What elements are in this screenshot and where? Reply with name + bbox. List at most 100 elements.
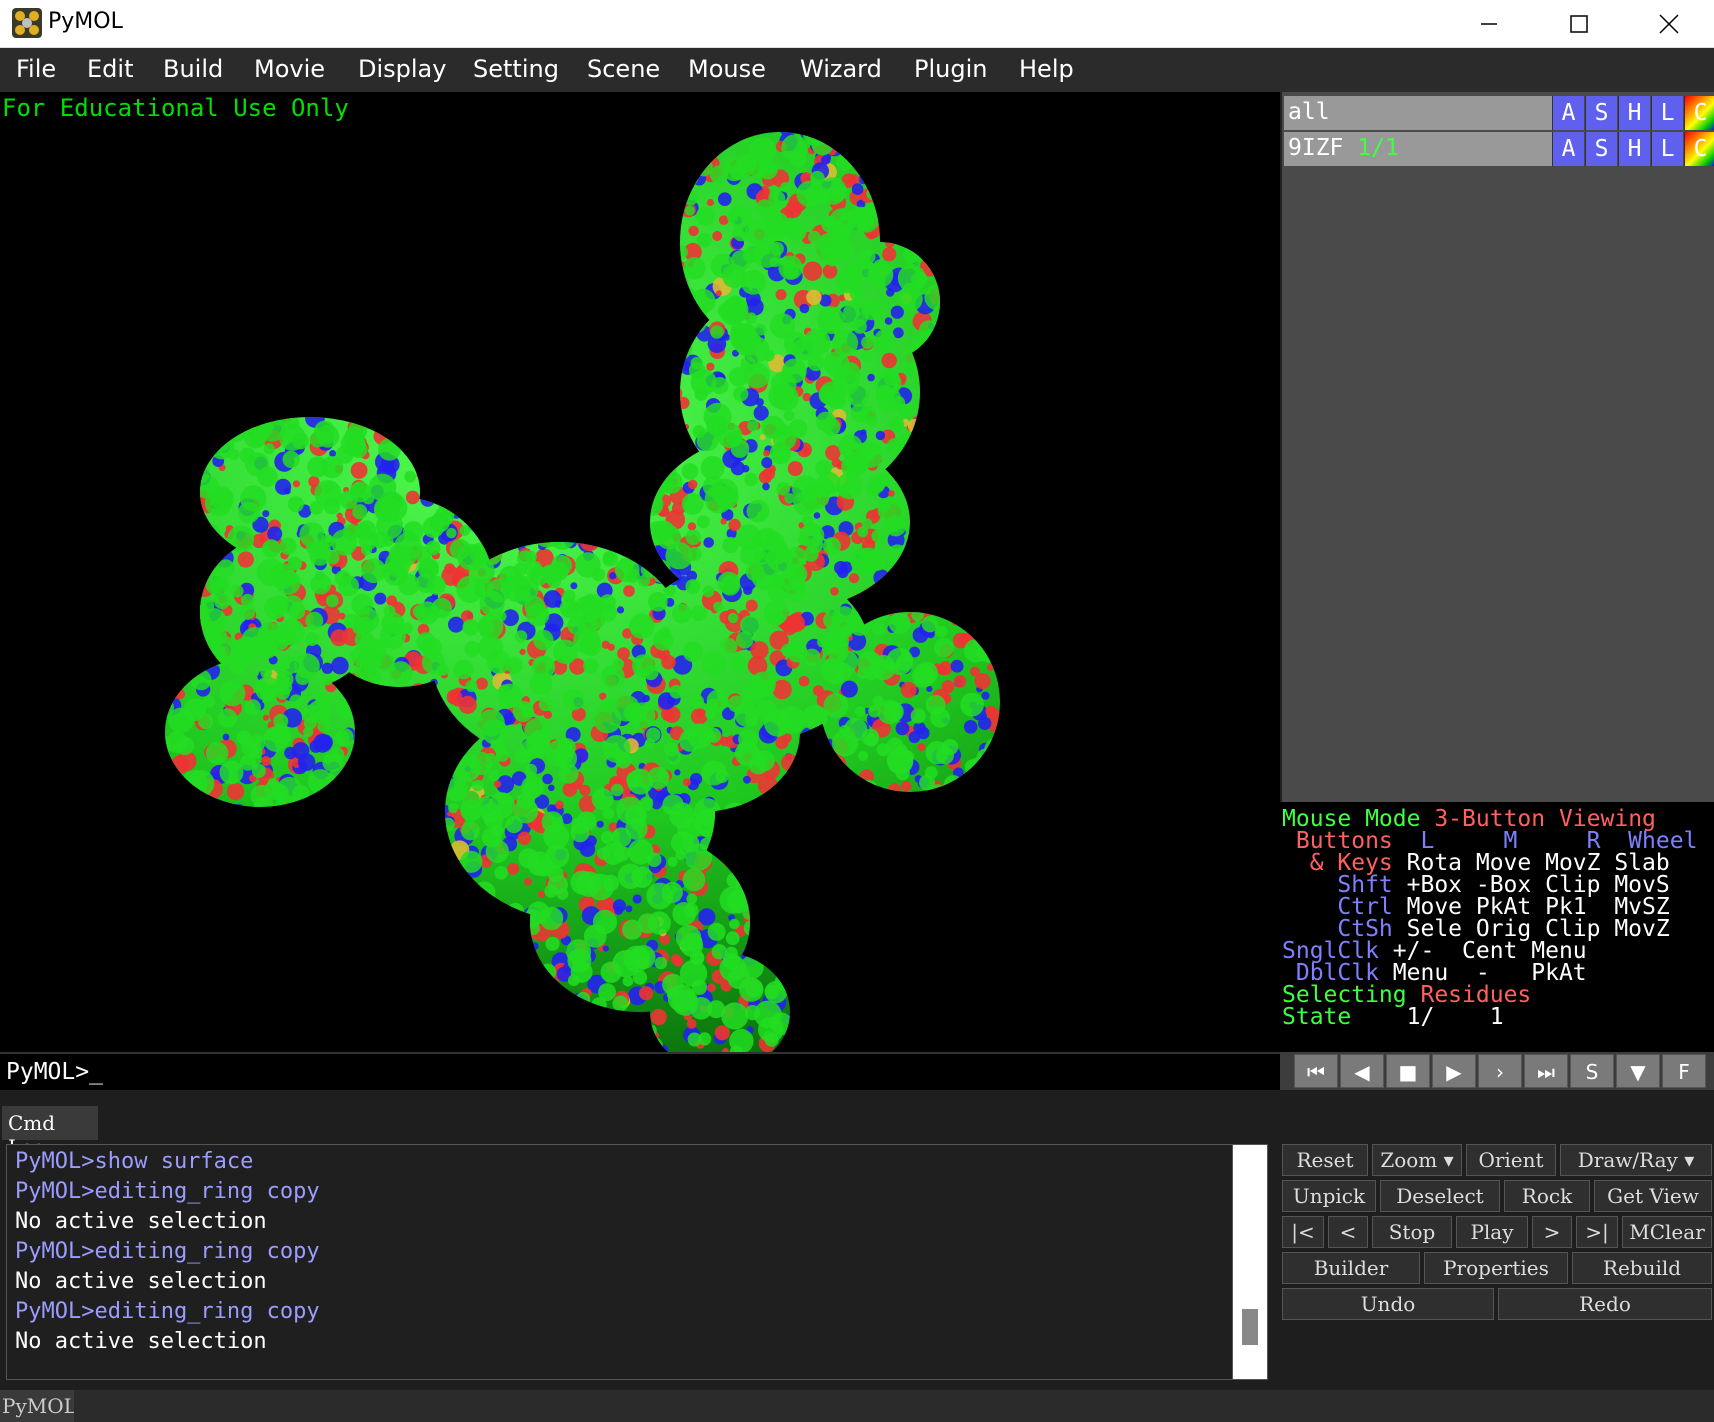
rewind-button[interactable]: ⏮: [1294, 1054, 1338, 1088]
minimize-button[interactable]: [1444, 0, 1534, 48]
step-forward-icon: ›: [1496, 1060, 1504, 1084]
minimize-icon: [1481, 23, 1497, 25]
play-icon: ▶: [1446, 1060, 1462, 1084]
label-button[interactable]: L: [1651, 132, 1683, 166]
menu-setting[interactable]: Setting: [473, 55, 559, 83]
command-line[interactable]: PyMOL>_: [0, 1052, 1280, 1090]
control-panel: Reset Zoom ▾ Orient Draw/Ray ▾ Unpick De…: [1280, 1140, 1714, 1390]
reset-button[interactable]: Reset: [1282, 1144, 1368, 1176]
undo-button[interactable]: Undo: [1282, 1288, 1494, 1320]
next-frame-button[interactable]: >: [1532, 1216, 1572, 1248]
step-back-button[interactable]: ◀: [1340, 1054, 1384, 1088]
log-scrollbar[interactable]: [1232, 1144, 1268, 1380]
menu-plugin[interactable]: Plugin: [914, 55, 987, 83]
log-line: PyMOL>editing_ring copy: [15, 1299, 320, 1324]
color-button[interactable]: C: [1684, 96, 1714, 130]
skip-end-button[interactable]: ⏭: [1524, 1054, 1568, 1088]
zoom-label: Zoom: [1380, 1148, 1438, 1172]
first-frame-button[interactable]: |<: [1282, 1216, 1324, 1248]
object-name-all[interactable]: all: [1284, 96, 1552, 130]
menu-file[interactable]: File: [16, 55, 56, 83]
log-tab-bar: Cmd Log: [0, 1104, 1714, 1159]
label-button[interactable]: L: [1651, 96, 1683, 130]
movie-controls: ⏮ ◀ ■ ▶ › ⏭ S ▼ F: [1280, 1052, 1714, 1090]
maximize-icon: [1570, 15, 1588, 33]
step-back-icon: ◀: [1354, 1060, 1370, 1084]
menu-mouse[interactable]: Mouse: [688, 55, 766, 83]
mclear-button[interactable]: MClear: [1622, 1216, 1712, 1248]
menu-help[interactable]: Help: [1019, 55, 1074, 83]
log-line: No active selection: [15, 1209, 267, 1234]
bottom-prompt-label: PyMOL>: [0, 1390, 74, 1422]
chevron-down-icon: ▾: [1684, 1148, 1695, 1172]
close-icon: [1659, 14, 1679, 34]
tab-cmd-log[interactable]: Cmd Log: [2, 1106, 98, 1159]
menu-wizard[interactable]: Wizard: [800, 55, 882, 83]
stop-button[interactable]: ■: [1386, 1054, 1430, 1088]
close-button[interactable]: [1624, 0, 1714, 48]
full-screen-button[interactable]: F: [1662, 1054, 1706, 1088]
log-line: No active selection: [15, 1329, 267, 1354]
object-name-9izf[interactable]: 9IZF 1/1: [1284, 132, 1552, 166]
unpick-button[interactable]: Unpick: [1282, 1180, 1376, 1212]
scrollbar-thumb[interactable]: [1242, 1309, 1258, 1345]
show-button[interactable]: S: [1585, 132, 1617, 166]
play-button[interactable]: ▶: [1432, 1054, 1476, 1088]
rock-button[interactable]: Rock: [1504, 1180, 1590, 1212]
log-line: No active selection: [15, 1269, 267, 1294]
skip-start-icon: ⏮: [1307, 1060, 1325, 1084]
pymol-logo-icon: [12, 8, 42, 38]
skip-end-icon: ⏭: [1537, 1060, 1555, 1084]
color-button[interactable]: C: [1684, 132, 1714, 166]
menu-display[interactable]: Display: [358, 55, 446, 83]
log-line: PyMOL>editing_ring copy: [15, 1179, 320, 1204]
menu-edit[interactable]: Edit: [87, 55, 133, 83]
draw-ray-label: Draw/Ray: [1577, 1148, 1678, 1172]
molecular-viewport[interactable]: For Educational Use Only: [0, 92, 1280, 1052]
bottom-command-bar[interactable]: PyMOL>: [0, 1390, 1714, 1422]
menu-scene[interactable]: Scene: [587, 55, 660, 83]
protein-surface[interactable]: [0, 92, 1280, 1052]
window-title: PyMOL: [48, 9, 123, 34]
stop-movie-button[interactable]: Stop: [1372, 1216, 1452, 1248]
hide-button[interactable]: H: [1618, 132, 1650, 166]
log-line: PyMOL>editing_ring copy: [15, 1239, 320, 1264]
stop-icon: ■: [1398, 1060, 1418, 1084]
play-movie-button[interactable]: Play: [1456, 1216, 1528, 1248]
command-log[interactable]: PyMOL>show surface PyMOL>editing_ring co…: [6, 1144, 1236, 1380]
get-view-button[interactable]: Get View: [1594, 1180, 1712, 1212]
rebuild-button[interactable]: Rebuild: [1572, 1252, 1712, 1284]
state-value: 1/ 1: [1351, 1004, 1504, 1030]
draw-ray-button[interactable]: Draw/Ray ▾: [1560, 1144, 1712, 1176]
state-label: State: [1282, 1004, 1352, 1030]
menu-bar: File Edit Build Movie Display Setting Sc…: [0, 48, 1714, 92]
step-forward-button[interactable]: ›: [1478, 1054, 1522, 1088]
redo-button[interactable]: Redo: [1498, 1288, 1712, 1320]
object-row-all: all A S H L C: [1284, 96, 1714, 130]
separator: [0, 1090, 1714, 1104]
triangle-down-icon: ▼: [1630, 1060, 1646, 1084]
orient-button[interactable]: Orient: [1466, 1144, 1556, 1176]
builder-button[interactable]: Builder: [1282, 1252, 1420, 1284]
object-row-9izf: 9IZF 1/1 A S H L C: [1284, 132, 1714, 166]
menu-build[interactable]: Build: [163, 55, 223, 83]
command-input[interactable]: PyMOL>_: [6, 1059, 103, 1085]
properties-button[interactable]: Properties: [1424, 1252, 1568, 1284]
menu-movie[interactable]: Movie: [254, 55, 325, 83]
scene-down-button[interactable]: ▼: [1616, 1054, 1660, 1088]
prev-frame-button[interactable]: <: [1328, 1216, 1368, 1248]
educational-watermark: For Educational Use Only: [2, 94, 349, 122]
last-frame-button[interactable]: >|: [1576, 1216, 1618, 1248]
chevron-down-icon: ▾: [1443, 1148, 1454, 1172]
log-line: PyMOL>show surface: [15, 1149, 254, 1174]
scene-s-button[interactable]: S: [1570, 1054, 1614, 1088]
deselect-button[interactable]: Deselect: [1380, 1180, 1500, 1212]
mouse-mode-panel[interactable]: Mouse Mode 3-Button Viewing Buttons L M …: [1280, 802, 1714, 1052]
maximize-button[interactable]: [1534, 0, 1624, 48]
zoom-button[interactable]: Zoom ▾: [1372, 1144, 1462, 1176]
action-button[interactable]: A: [1552, 96, 1584, 130]
show-button[interactable]: S: [1585, 96, 1617, 130]
hide-button[interactable]: H: [1618, 96, 1650, 130]
title-bar: PyMOL: [0, 0, 1714, 48]
action-button[interactable]: A: [1552, 132, 1584, 166]
